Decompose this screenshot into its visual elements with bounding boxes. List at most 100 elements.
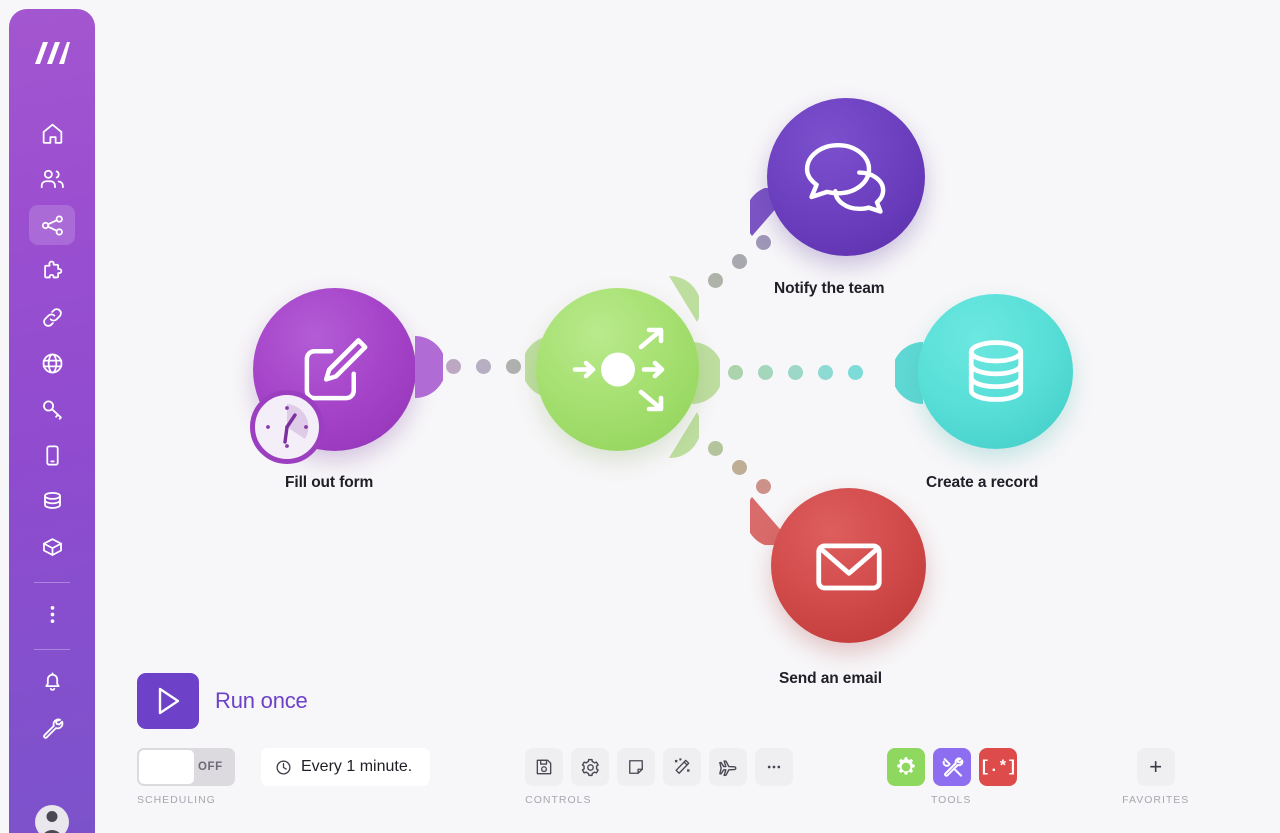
sidebar-item-templates[interactable]: [29, 251, 75, 291]
node-label-fill-out-form: Fill out form: [285, 474, 374, 491]
favorites-buttons-row: +: [1136, 748, 1175, 786]
tools-caption: TOOLS: [930, 794, 972, 806]
tools-icon: [942, 756, 963, 777]
key-icon: [42, 399, 62, 420]
more-options-button[interactable]: [755, 748, 794, 786]
controls-row: OFF Every 1 minute. SCHEDULING CONTROLS …: [137, 748, 1237, 806]
connector-dot: [728, 365, 743, 380]
add-favorite-button[interactable]: +: [1136, 748, 1175, 786]
sidebar-item-webhooks[interactable]: [29, 343, 75, 383]
controls-group: CONTROLS: [525, 748, 794, 806]
node-label-notify-the-team: Notify the team: [774, 280, 885, 297]
gear-icon: [897, 757, 915, 775]
node-create-a-record[interactable]: [918, 294, 1073, 449]
users-icon: [40, 169, 64, 188]
flow-control-tool-button[interactable]: [887, 748, 926, 786]
dots-vertical-icon: [50, 605, 54, 623]
connector-output-form: [415, 336, 443, 398]
node-send-an-email[interactable]: [771, 488, 926, 643]
cube-icon: [42, 537, 62, 556]
notes-button[interactable]: [617, 748, 656, 786]
floppy-disk-icon: [536, 759, 552, 775]
scheduling-caption: SCHEDULING: [137, 794, 216, 806]
sidebar-item-scenarios[interactable]: [29, 205, 75, 245]
scenario-settings-button[interactable]: [571, 748, 610, 786]
puzzle-piece-icon: [43, 260, 62, 278]
main-sidebar: [9, 9, 95, 833]
magic-wand-icon: [674, 758, 690, 774]
link-icon: [42, 307, 62, 327]
controls-buttons-row: [525, 748, 794, 786]
connector-dot: [732, 460, 747, 475]
sidebar-item-home[interactable]: [29, 113, 75, 153]
run-once-label[interactable]: Run once: [215, 688, 308, 714]
connector-dot: [476, 359, 491, 374]
sidebar-nav-list: [9, 113, 95, 753]
note-icon: [629, 760, 644, 774]
favorites-caption: FAVORITES: [1122, 794, 1190, 806]
explore-button[interactable]: [709, 748, 748, 786]
sidebar-item-data-stores[interactable]: [29, 481, 75, 521]
scheduling-interval-label: Every 1 minute.: [301, 758, 413, 775]
tools-buttons-row: [.*]: [887, 748, 1018, 786]
text-parser-tool-button[interactable]: [.*]: [979, 748, 1018, 786]
connector-dot: [446, 359, 461, 374]
node-router[interactable]: [536, 288, 699, 451]
sidebar-item-connections[interactable]: [29, 297, 75, 337]
play-triangle-icon: [158, 687, 180, 715]
toggle-knob: [139, 750, 194, 784]
mobile-icon: [45, 444, 59, 466]
database-icon: [43, 491, 61, 509]
connector-dot: [758, 365, 773, 380]
node-badge-scheduled[interactable]: [250, 390, 324, 464]
chat-bubbles-icon: [804, 142, 886, 214]
node-notify-the-team[interactable]: [767, 98, 925, 256]
bell-icon: [44, 671, 60, 691]
sidebar-item-devices[interactable]: [29, 435, 75, 475]
bottom-toolbar: Run once OFF Every 1 minute. SCHEDULING …: [95, 673, 1280, 833]
connector-dot: [818, 365, 833, 380]
sidebar-divider-2: [34, 649, 70, 650]
globe-icon: [42, 353, 62, 373]
sidebar-item-help-tools[interactable]: [29, 707, 75, 747]
wrench-icon: [42, 718, 63, 739]
avatar[interactable]: [35, 805, 69, 833]
database-cylinder-icon: [968, 339, 1023, 402]
regex-icon: [.*]: [979, 758, 1017, 776]
save-button[interactable]: [525, 748, 564, 786]
clock-icon: [266, 404, 309, 448]
tools-group: [.*] TOOLS: [887, 748, 1018, 806]
controls-caption: CONTROLS: [525, 794, 592, 806]
connector-dot: [788, 365, 803, 380]
sidebar-item-teams[interactable]: [29, 159, 75, 199]
ellipsis-icon: [767, 765, 781, 769]
make-logo-icon[interactable]: [30, 31, 74, 75]
auto-align-button[interactable]: [663, 748, 702, 786]
home-icon: [42, 123, 62, 144]
sidebar-item-custom-apps[interactable]: [29, 527, 75, 567]
sidebar-footer: [9, 795, 95, 833]
gear-icon: [581, 758, 599, 776]
toggle-state-label: OFF: [198, 761, 223, 773]
connector-dot: [708, 273, 723, 288]
envelope-icon: [815, 542, 882, 590]
run-once-row: Run once: [137, 673, 308, 729]
connector-dot: [708, 441, 723, 456]
connector-dot: [732, 254, 747, 269]
connector-dot: [506, 359, 521, 374]
share-nodes-icon: [41, 214, 63, 236]
sidebar-item-keys[interactable]: [29, 389, 75, 429]
scheduling-interval-button[interactable]: Every 1 minute.: [261, 748, 431, 786]
sidebar-item-more[interactable]: [29, 594, 75, 634]
run-once-button[interactable]: [137, 673, 199, 729]
sidebar-item-notifications[interactable]: [29, 661, 75, 701]
connector-dot: [848, 365, 863, 380]
avatar-head-icon: [46, 811, 58, 822]
clock-icon: [276, 759, 291, 775]
tools-tool-button[interactable]: [933, 748, 972, 786]
scenario-editor-window: Fill out form Notify the team Create a r…: [0, 0, 1280, 833]
sidebar-divider-1: [34, 582, 70, 583]
scheduling-group: OFF Every 1 minute. SCHEDULING: [137, 748, 431, 806]
scheduling-toggle[interactable]: OFF: [137, 748, 235, 786]
airplane-icon: [718, 759, 737, 776]
